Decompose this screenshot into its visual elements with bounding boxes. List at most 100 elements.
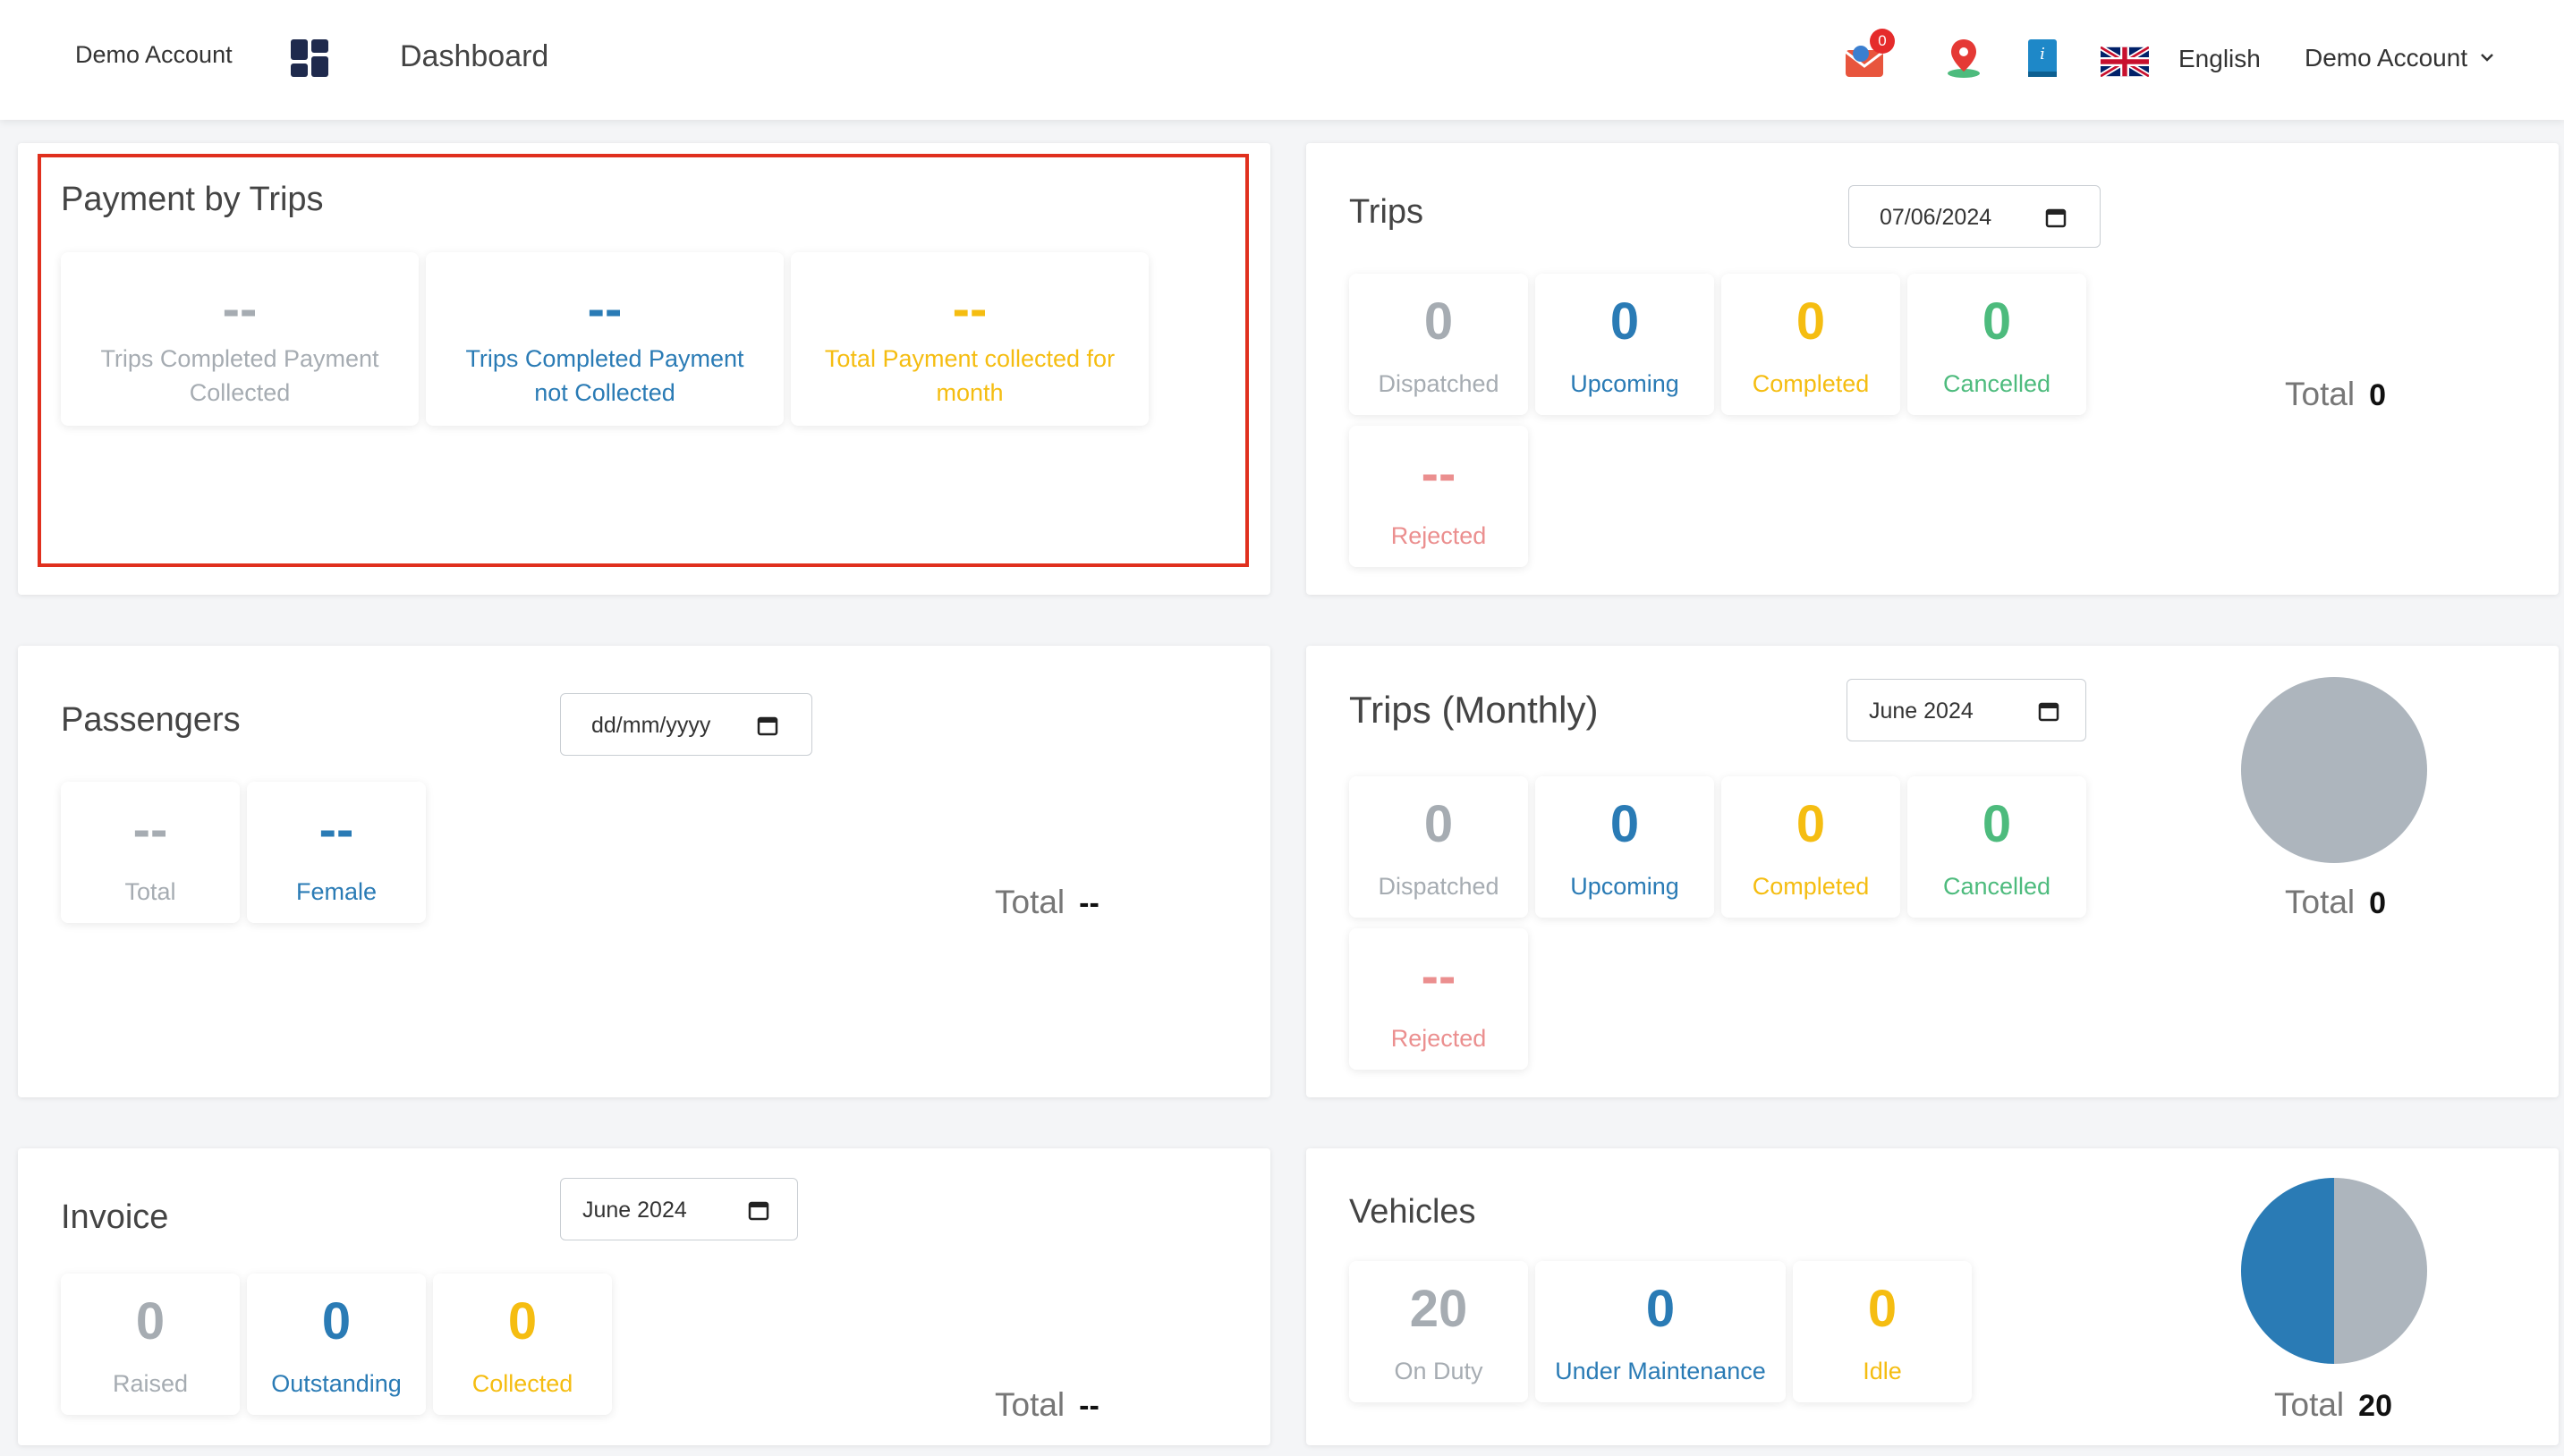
stat-label: Total Payment collected for month [824, 345, 1116, 406]
stat-label: Completed [1752, 370, 1870, 397]
stat-monthly-upcoming[interactable]: 0 Upcoming [1535, 776, 1714, 918]
stat-monthly-completed[interactable]: 0 Completed [1721, 776, 1900, 918]
stat-value: 0 [321, 1292, 352, 1350]
svg-text:i: i [2040, 45, 2045, 63]
page-title: Dashboard [400, 39, 549, 73]
trips-monthly-total: Total 0 [2285, 884, 2386, 921]
uk-flag-icon[interactable] [2101, 47, 2149, 77]
stat-label: Female [295, 878, 378, 905]
stat-value: -- [132, 800, 168, 859]
brand-name[interactable]: Demo Account [75, 41, 233, 69]
stat-invoice-collected[interactable]: 0 Collected [433, 1274, 612, 1415]
date-value: 07/06/2024 [1880, 205, 1992, 230]
vehicles-total: Total 20 [2274, 1386, 2392, 1424]
stat-trips-completed[interactable]: 0 Completed [1721, 274, 1900, 415]
stat-value: 0 [1423, 795, 1454, 853]
stat-label: Cancelled [1942, 370, 2051, 397]
stat-value: 0 [1982, 795, 2012, 853]
stat-value: -- [318, 800, 354, 859]
stat-vehicles-under-maintenance[interactable]: 0 Under Maintenance [1535, 1261, 1786, 1402]
notification-badge: 0 [1870, 29, 1895, 54]
trips-title: Trips [1349, 193, 1424, 231]
stat-total-payment-collected[interactable]: -- Total Payment collected for month [791, 252, 1149, 426]
trips-date-input[interactable]: 07/06/2024 [1848, 185, 2101, 248]
stat-trips-payment-collected[interactable]: -- Trips Completed Payment Collected [61, 252, 419, 426]
stat-trips-rejected[interactable]: -- Rejected [1349, 426, 1528, 567]
total-label: Total [2285, 884, 2356, 920]
stat-value: 0 [1796, 292, 1826, 351]
calendar-icon[interactable] [2044, 206, 2067, 229]
stat-value: 20 [1409, 1280, 1468, 1338]
top-navbar: Demo Account Dashboard 0 i English Demo … [0, 0, 2564, 120]
total-label: Total [2274, 1386, 2345, 1423]
pie-slice-empty [2241, 677, 2427, 863]
passengers-total: Total -- [995, 884, 1099, 921]
stat-label: Cancelled [1942, 873, 2051, 900]
invoice-month-input[interactable]: June 2024 [560, 1178, 798, 1240]
calendar-icon[interactable] [756, 714, 779, 737]
stat-passengers-total[interactable]: -- Total [61, 782, 240, 923]
stat-trips-payment-not-collected[interactable]: -- Trips Completed Payment not Collected [426, 252, 784, 426]
stat-label: Total [124, 878, 176, 905]
stat-value: 0 [1645, 1280, 1676, 1338]
chevron-down-icon[interactable] [2478, 48, 2496, 66]
stat-label: Completed [1752, 873, 1870, 900]
stat-label: Trips Completed Payment not Collected [465, 345, 744, 406]
stat-vehicles-on-duty[interactable]: 20 On Duty [1349, 1261, 1528, 1402]
stat-label: On Duty [1394, 1358, 1483, 1384]
stat-label: Under Maintenance [1555, 1358, 1766, 1384]
stat-value: 0 [1609, 795, 1640, 853]
payment-title: Payment by Trips [61, 181, 324, 218]
trips-monthly-month-input[interactable]: June 2024 [1847, 679, 2086, 741]
stat-label: Upcoming [1570, 370, 1679, 397]
stat-label: Dispatched [1378, 370, 1499, 397]
stat-passengers-female[interactable]: -- Female [247, 782, 426, 923]
month-value: June 2024 [582, 1198, 687, 1223]
total-value: 20 [2358, 1389, 2392, 1423]
stat-label: Idle [1863, 1358, 1902, 1384]
total-value: 0 [2369, 886, 2387, 920]
trips-monthly-pie [2241, 677, 2427, 863]
total-value: -- [1079, 1389, 1099, 1423]
total-value: 0 [2369, 378, 2387, 412]
grid-icon[interactable] [291, 39, 328, 77]
stat-value: 0 [1609, 292, 1640, 351]
invoice-title: Invoice [61, 1198, 169, 1236]
pie-slice-blue [2241, 1178, 2334, 1364]
stat-label: Upcoming [1570, 873, 1679, 900]
total-label: Total [995, 1386, 1066, 1423]
stat-label: Collected [471, 1370, 573, 1397]
stat-value: 0 [1867, 1280, 1898, 1338]
account-menu[interactable]: Demo Account [2305, 44, 2467, 72]
stat-vehicles-idle[interactable]: 0 Idle [1793, 1261, 1972, 1402]
stat-monthly-dispatched[interactable]: 0 Dispatched [1349, 776, 1528, 918]
calendar-icon[interactable] [747, 1198, 770, 1222]
stat-value: 0 [1982, 292, 2012, 351]
passengers-date-input[interactable]: dd/mm/yyyy [560, 693, 812, 756]
stat-monthly-cancelled[interactable]: 0 Cancelled [1907, 776, 2086, 918]
stat-trips-cancelled[interactable]: 0 Cancelled [1907, 274, 2086, 415]
stat-label: Rejected [1390, 1025, 1487, 1052]
stat-label: Rejected [1390, 522, 1487, 549]
month-value: June 2024 [1869, 698, 1974, 724]
stat-value: 0 [1796, 795, 1826, 853]
stat-trips-dispatched[interactable]: 0 Dispatched [1349, 274, 1528, 415]
stat-invoice-outstanding[interactable]: 0 Outstanding [247, 1274, 426, 1415]
total-label: Total [995, 884, 1066, 920]
stat-label: Trips Completed Payment Collected [100, 345, 379, 406]
stat-trips-upcoming[interactable]: 0 Upcoming [1535, 274, 1714, 415]
language-selector[interactable]: English [2178, 45, 2261, 73]
stat-invoice-raised[interactable]: 0 Raised [61, 1274, 240, 1415]
stat-value: -- [952, 280, 988, 338]
stat-value: -- [587, 280, 623, 338]
calendar-icon[interactable] [2037, 699, 2060, 723]
stat-value: -- [222, 280, 258, 338]
total-label: Total [2285, 376, 2356, 412]
info-book-icon[interactable]: i [2020, 36, 2065, 80]
total-value: -- [1079, 886, 1099, 920]
map-pin-icon[interactable] [1941, 36, 1986, 80]
stat-value: 0 [135, 1292, 166, 1350]
passengers-title: Passengers [61, 701, 241, 739]
stat-monthly-rejected[interactable]: -- Rejected [1349, 928, 1528, 1070]
stat-label: Outstanding [271, 1370, 402, 1397]
